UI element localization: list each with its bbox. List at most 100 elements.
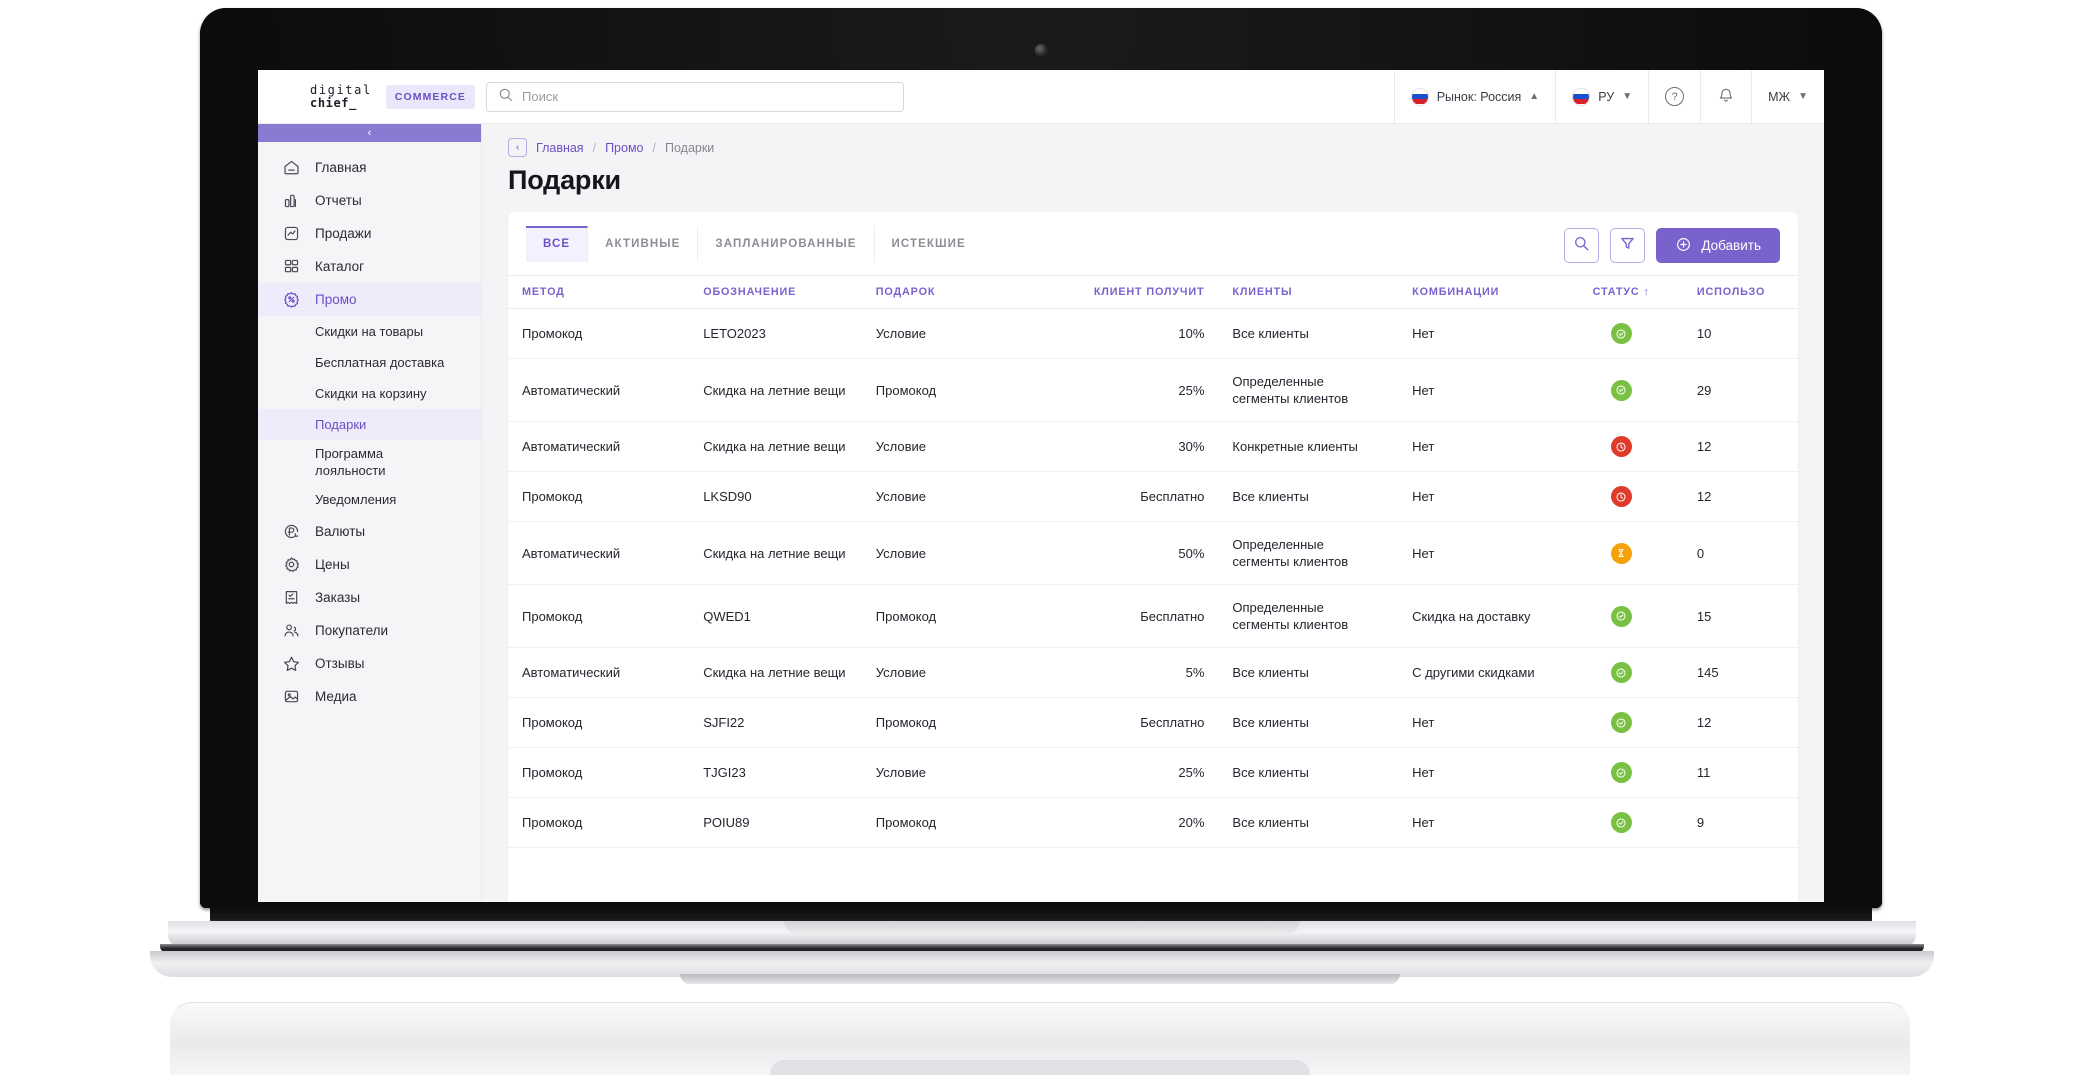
webcam-icon [1034, 44, 1048, 57]
cell-combinations: С другими скидками [1398, 647, 1560, 698]
cell-combinations: Нет [1398, 358, 1560, 422]
sidebar-subitem-gifts[interactable]: Подарки [258, 409, 481, 440]
cell-client_gets: 50% [1048, 521, 1219, 585]
chevron-down-icon: ▼ [1622, 91, 1633, 102]
sidebar-item-promo[interactable]: Промо [258, 283, 481, 316]
breadcrumb-item-home[interactable]: Главная [536, 141, 584, 155]
sidebar-item-sales[interactable]: Продажи [258, 217, 481, 250]
cell-gift: Условие [861, 421, 1049, 472]
search-icon [1573, 235, 1590, 257]
commerce-badge: COMMERCE [385, 84, 475, 109]
tab-all[interactable]: ВСЕ [526, 226, 589, 262]
sidebar-subitem-label: Уведомления [315, 492, 397, 507]
cell-clients: Все клиенты [1218, 697, 1399, 748]
status-active-icon [1610, 323, 1632, 344]
table-row[interactable]: Промокод LKSD90 Условие Бесплатно Все клиент… [508, 471, 1798, 522]
column-header-method[interactable]: МЕТОД [508, 275, 690, 309]
status-badge [1559, 697, 1683, 748]
cell-designation: Скидка на летние вещи [689, 521, 862, 585]
table-row[interactable]: Автоматический Скидка на летние вещи Услов… [508, 421, 1798, 472]
table-row[interactable]: Автоматический Скидка на летние вещи Услов… [508, 647, 1798, 698]
column-header-clients[interactable]: КЛИЕНТЫ [1218, 275, 1399, 309]
logo-wordmark: digital chief_ [310, 83, 372, 110]
breadcrumb-back-button[interactable]: ‹ [508, 138, 527, 157]
sidebar-subitem-free-shipping[interactable]: Бесплатная доставка [258, 347, 481, 378]
table-row[interactable]: Промокод TJGI23 Условие 25% Все клиенты Нет 11 [508, 747, 1798, 798]
cell-combinations: Скидка на доставку [1398, 584, 1560, 648]
status-badge [1559, 471, 1683, 522]
tab-expired[interactable]: ИСТЕКШИЕ [875, 226, 983, 262]
laptop-base-foot [680, 974, 1400, 984]
search-input[interactable] [522, 89, 892, 104]
table-scroll-area[interactable]: МЕТОД ОБОЗНАЧЕНИЕ ПОДАРОК КЛИЕНТ ПОЛУЧИТ… [508, 275, 1798, 902]
table-row[interactable]: Промокод LETO2023 Условие 10% Все клиенты Нет… [508, 308, 1798, 359]
brand-logo[interactable]: digital chief_ COMMERCE [258, 83, 482, 110]
users-icon [282, 621, 301, 640]
market-selector[interactable]: Рынок: Россия ▲ [1393, 70, 1556, 124]
sidebar-item-label: Промо [315, 292, 357, 307]
tab-scheduled[interactable]: ЗАПЛАНИРОВАННЫЕ [698, 226, 875, 262]
table-row[interactable]: Автоматический Скидка на летние вещи Услов… [508, 521, 1798, 585]
cell-client_gets: 30% [1048, 421, 1219, 472]
cell-method: Автоматический [508, 421, 690, 472]
column-header-gift[interactable]: ПОДАРОК [861, 275, 1049, 309]
table-row[interactable]: Промокод POIU89 Промокод 20% Все клиенты Нет 9 [508, 797, 1798, 848]
table-header-row: МЕТОД ОБОЗНАЧЕНИЕ ПОДАРОК КЛИЕНТ ПОЛУЧИТ… [508, 275, 1798, 309]
sidebar-subitem-loyalty-program[interactable]: Программа лояльности [258, 440, 481, 484]
sidebar-item-prices[interactable]: Цены [258, 548, 481, 581]
bar-chart-icon [282, 191, 301, 210]
sidebar-item-reports[interactable]: Отчеты [258, 184, 481, 217]
cell-used: 9 [1682, 797, 1798, 848]
gear-icon [282, 555, 301, 574]
table-search-button[interactable] [1564, 228, 1600, 263]
tab-active[interactable]: АКТИВНЫЕ [588, 226, 699, 262]
filter-icon [1619, 235, 1636, 257]
filter-button[interactable] [1610, 228, 1646, 263]
add-button[interactable]: Добавить [1656, 228, 1780, 263]
column-header-status[interactable]: СТАТУС ↑ [1559, 275, 1683, 309]
status-active-icon [1610, 712, 1632, 733]
sidebar-subitem-product-discounts[interactable]: Скидки на товары [258, 316, 481, 347]
column-header-combinations[interactable]: КОМБИНАЦИИ [1398, 275, 1560, 309]
cell-combinations: Нет [1398, 471, 1560, 522]
help-button[interactable]: ? [1648, 70, 1700, 124]
cell-clients: Все клиенты [1218, 647, 1399, 698]
sidebar-item-reviews[interactable]: Отзывы [258, 647, 481, 680]
cell-clients: Определенные сегменты клиентов [1218, 584, 1399, 648]
sidebar-collapse-button[interactable]: ‹ [258, 124, 481, 142]
cell-gift: Условие [861, 471, 1049, 522]
table-row[interactable]: Промокод SJFI22 Промокод Бесплатно Все клиен… [508, 697, 1798, 748]
sidebar-item-label: Покупатели [315, 623, 389, 638]
cell-method: Автоматический [508, 647, 690, 698]
sidebar-item-customers[interactable]: Покупатели [258, 614, 481, 647]
column-header-client-gets[interactable]: КЛИЕНТ ПОЛУЧИТ [1048, 275, 1219, 309]
sidebar-item-orders[interactable]: Заказы [258, 581, 481, 614]
search-box[interactable] [486, 81, 904, 112]
status-expired-icon [1610, 486, 1632, 507]
status-badge [1559, 747, 1683, 798]
cell-client_gets: 25% [1048, 747, 1219, 798]
user-menu[interactable]: МЖ ▼ [1751, 70, 1824, 124]
table-row[interactable]: Промокод QWED1 Промокод Бесплатно Определенн… [508, 584, 1798, 648]
sidebar-subitem-cart-discounts[interactable]: Скидки на корзину [258, 378, 481, 409]
sidebar-item-home[interactable]: Главная [258, 151, 481, 184]
language-selector[interactable]: РУ ▼ [1555, 70, 1648, 124]
sidebar-item-label: Цены [315, 557, 350, 572]
cell-method: Автоматический [508, 358, 690, 422]
search-icon [498, 87, 513, 107]
column-header-used[interactable]: ИСПОЛЬЗО [1682, 275, 1798, 309]
sidebar-subitem-label-line1: Программа [315, 446, 384, 461]
notifications-button[interactable] [1700, 70, 1751, 124]
content-card: ВСЕ АКТИВНЫЕ ЗАПЛАНИРОВАННЫЕ ИСТЕКШИЕ До… [508, 212, 1798, 902]
sidebar-subitem-label: Скидки на товары [315, 324, 424, 339]
sidebar-item-currencies[interactable]: Валюты [258, 515, 481, 548]
cell-used: 12 [1682, 421, 1798, 472]
sidebar-item-catalog[interactable]: Каталог [258, 250, 481, 283]
column-header-designation[interactable]: ОБОЗНАЧЕНИЕ [689, 275, 862, 309]
sidebar-item-label: Каталог [315, 259, 365, 274]
breadcrumb-item-promo[interactable]: Промо [605, 141, 643, 155]
sidebar-subitem-notifications[interactable]: Уведомления [258, 484, 481, 515]
table-row[interactable]: Автоматический Скидка на летние вещи Промо… [508, 358, 1798, 422]
sidebar-item-media[interactable]: Медиа [258, 680, 481, 713]
sidebar-item-label: Медиа [315, 689, 357, 704]
